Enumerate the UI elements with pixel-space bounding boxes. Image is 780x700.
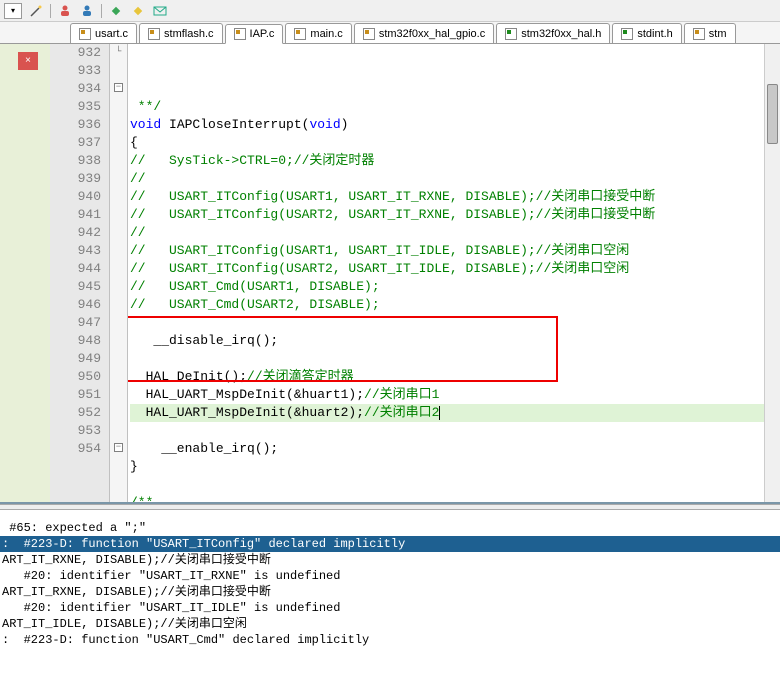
- code-line[interactable]: [130, 350, 764, 368]
- c-file-icon: [294, 28, 306, 40]
- code-line[interactable]: HAL_DeInit();//关闭滴答定时器: [130, 368, 764, 386]
- file-tab[interactable]: stmflash.c: [139, 23, 223, 43]
- code-line[interactable]: }: [130, 458, 764, 476]
- build-output[interactable]: #65: expected a ";": #223-D: function "U…: [0, 510, 780, 700]
- file-tab[interactable]: main.c: [285, 23, 351, 43]
- vertical-scrollbar[interactable]: [764, 44, 780, 502]
- code-line[interactable]: // USART_ITConfig(USART2, USART_IT_IDLE,…: [130, 260, 764, 278]
- separator: [101, 4, 102, 18]
- tab-label: stm32f0xx_hal.h: [521, 28, 601, 40]
- tab-label: stdint.h: [637, 28, 672, 40]
- c-file-icon: [148, 28, 160, 40]
- person-red-icon[interactable]: [57, 3, 73, 19]
- code-line[interactable]: **/: [130, 98, 764, 116]
- c-file-icon: [234, 28, 246, 40]
- tab-label: stmflash.c: [164, 28, 214, 40]
- output-line[interactable]: ART_IT_RXNE, DISABLE);//关闭串口接受中断: [0, 584, 780, 600]
- code-line[interactable]: // USART_ITConfig(USART1, USART_IT_IDLE,…: [130, 242, 764, 260]
- c-file-icon: [363, 28, 375, 40]
- fold-column[interactable]: └−−: [110, 44, 128, 502]
- separator: [50, 4, 51, 18]
- code-line[interactable]: // USART_ITConfig(USART2, USART_IT_RXNE,…: [130, 206, 764, 224]
- c-file-icon: [79, 28, 91, 40]
- code-line[interactable]: HAL_UART_MspDeInit(&huart1);//关闭串口1: [130, 386, 764, 404]
- code-line[interactable]: [130, 476, 764, 494]
- output-line[interactable]: #65: expected a ";": [0, 520, 780, 536]
- file-tab[interactable]: stm32f0xx_hal.h: [496, 23, 610, 43]
- output-line[interactable]: ART_IT_RXNE, DISABLE);//关闭串口接受中断: [0, 552, 780, 568]
- code-line[interactable]: HAL_UART_MspDeInit(&huart2);//关闭串口2: [130, 404, 764, 422]
- tab-label: stm32f0xx_hal_gpio.c: [379, 28, 485, 40]
- output-line[interactable]: #20: identifier "USART_IT_RXNE" is undef…: [0, 568, 780, 584]
- line-number-gutter: 9329339349359369379389399409419429439449…: [50, 44, 110, 502]
- diamond-green-icon[interactable]: [108, 3, 124, 19]
- diamond-yellow-icon[interactable]: [130, 3, 146, 19]
- code-line[interactable]: // USART_ITConfig(USART1, USART_IT_RXNE,…: [130, 188, 764, 206]
- code-line[interactable]: /**: [130, 494, 764, 502]
- code-line[interactable]: [130, 314, 764, 332]
- code-line[interactable]: // USART_Cmd(USART2, DISABLE);: [130, 296, 764, 314]
- code-line[interactable]: //: [130, 224, 764, 242]
- person-blue-icon[interactable]: [79, 3, 95, 19]
- editor-tabs: usart.c stmflash.c IAP.c main.c stm32f0xx_ha…: [0, 22, 780, 44]
- output-line[interactable]: : #223-D: function "USART_ITConfig" decl…: [0, 536, 780, 552]
- output-line[interactable]: #20: identifier "USART_IT_IDLE" is undef…: [0, 600, 780, 616]
- code-line[interactable]: // USART_Cmd(USART1, DISABLE);: [130, 278, 764, 296]
- scrollbar-thumb[interactable]: [767, 84, 778, 144]
- mail-icon[interactable]: [152, 3, 168, 19]
- header-file-icon: [621, 28, 633, 40]
- file-tab[interactable]: stdint.h: [612, 23, 681, 43]
- editor-area: 9329339349359369379389399409419429439449…: [0, 44, 780, 504]
- c-file-icon: [693, 28, 705, 40]
- tab-label: IAP.c: [250, 28, 275, 40]
- output-line[interactable]: : #223-D: function "USART_Cmd" declared …: [0, 632, 780, 648]
- wand-icon[interactable]: [28, 3, 44, 19]
- file-tab[interactable]: stm: [684, 23, 736, 43]
- code-line[interactable]: // SysTick->CTRL=0;//关闭定时器: [130, 152, 764, 170]
- code-line[interactable]: //: [130, 170, 764, 188]
- file-tab[interactable]: usart.c: [70, 23, 137, 43]
- code-line[interactable]: __enable_irq();: [130, 440, 764, 458]
- code-line[interactable]: {: [130, 134, 764, 152]
- header-file-icon: [505, 28, 517, 40]
- code-line[interactable]: void IAPCloseInterrupt(void): [130, 116, 764, 134]
- file-tab[interactable]: stm32f0xx_hal_gpio.c: [354, 23, 494, 43]
- code-editor[interactable]: **/void IAPCloseInterrupt(void){// SysTi…: [128, 44, 764, 502]
- toolbar: ▾: [0, 0, 780, 22]
- tab-label: usart.c: [95, 28, 128, 40]
- dropdown-icon[interactable]: ▾: [4, 3, 22, 19]
- code-line[interactable]: __disable_irq();: [130, 332, 764, 350]
- file-tab[interactable]: IAP.c: [225, 24, 284, 44]
- tab-label: main.c: [310, 28, 342, 40]
- output-line[interactable]: ART_IT_IDLE, DISABLE);//关闭串口空闲: [0, 616, 780, 632]
- close-button[interactable]: ×: [18, 52, 38, 70]
- output-panel: #65: expected a ";": #223-D: function "U…: [0, 510, 780, 700]
- tab-label: stm: [709, 28, 727, 40]
- left-margin: [0, 44, 50, 502]
- code-line[interactable]: [130, 422, 764, 440]
